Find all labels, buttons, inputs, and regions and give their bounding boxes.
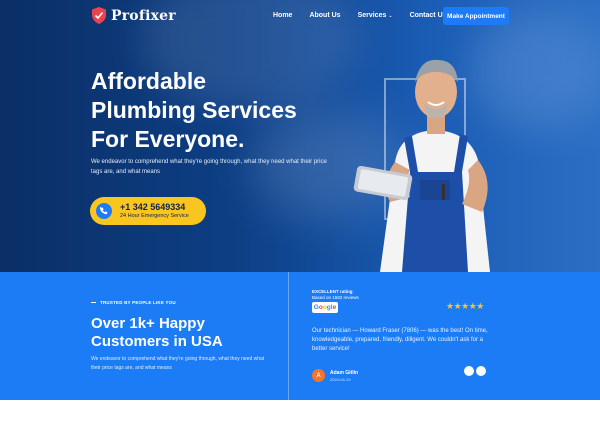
plumber-image [353, 59, 490, 272]
page-bottom [0, 400, 600, 428]
nav-link-contact[interactable]: Contact Us [410, 12, 447, 19]
chevron-down-icon: ⌄ [388, 12, 393, 19]
make-appointment-button[interactable]: Make Appointment [443, 7, 509, 25]
hero-description: We endeavor to comprehend what they're g… [91, 159, 327, 175]
hero-section: Profixer Home About Us Services ⌄ Contact… [0, 0, 600, 272]
hero-title-line: For Everyone. [91, 126, 245, 152]
rating-based-on: Based on 1582 reviews [312, 295, 359, 300]
hero-title: Affordable Plumbing Services For Everyon… [91, 67, 351, 154]
review-date: 2024-04-19 [330, 377, 351, 382]
carousel-prev-button[interactable] [464, 366, 474, 376]
divider [288, 272, 289, 400]
hero-title-line: Affordable [91, 68, 206, 94]
nav-link-services[interactable]: Services ⌄ [358, 12, 393, 19]
review-carousel-controls [464, 366, 486, 376]
logo[interactable]: Profixer [92, 7, 176, 24]
review-text: Our technician — Howard Fraser (7806) — … [312, 328, 488, 352]
avatar: A [312, 369, 325, 382]
phone-icon [96, 203, 112, 219]
phone-subtext: 24 Hour Emergency Service [120, 213, 189, 219]
trusted-eyebrow: TRUSTED BY PEOPLE LIKE YOU [91, 300, 176, 305]
phone-call-button[interactable]: +1 342 5649334 24 Hour Emergency Service [90, 197, 206, 225]
main-nav: Home About Us Services ⌄ Contact Us [273, 12, 447, 19]
review-author: Adam Gitlin [330, 370, 359, 376]
nav-link-home[interactable]: Home [273, 12, 292, 19]
phone-number: +1 342 5649334 [120, 202, 186, 212]
star-rating-icon: ★★★★★ [446, 301, 484, 311]
logo-text: Profixer [111, 7, 176, 24]
rating-label: EXCELLENT rating [312, 289, 353, 294]
google-logo: Google [312, 302, 338, 313]
trust-title: Over 1k+ Happy Customers in USA [91, 315, 223, 350]
hero-title-line: Plumbing Services [91, 97, 297, 123]
nav-link-about[interactable]: About Us [309, 12, 340, 19]
eyebrow-dash [91, 302, 96, 303]
shield-logo-icon [92, 7, 106, 24]
trust-description: We endeavor to comprehend what they're g… [91, 356, 265, 371]
trust-band: TRUSTED BY PEOPLE LIKE YOU Over 1k+ Happ… [0, 272, 600, 400]
carousel-next-button[interactable] [476, 366, 486, 376]
